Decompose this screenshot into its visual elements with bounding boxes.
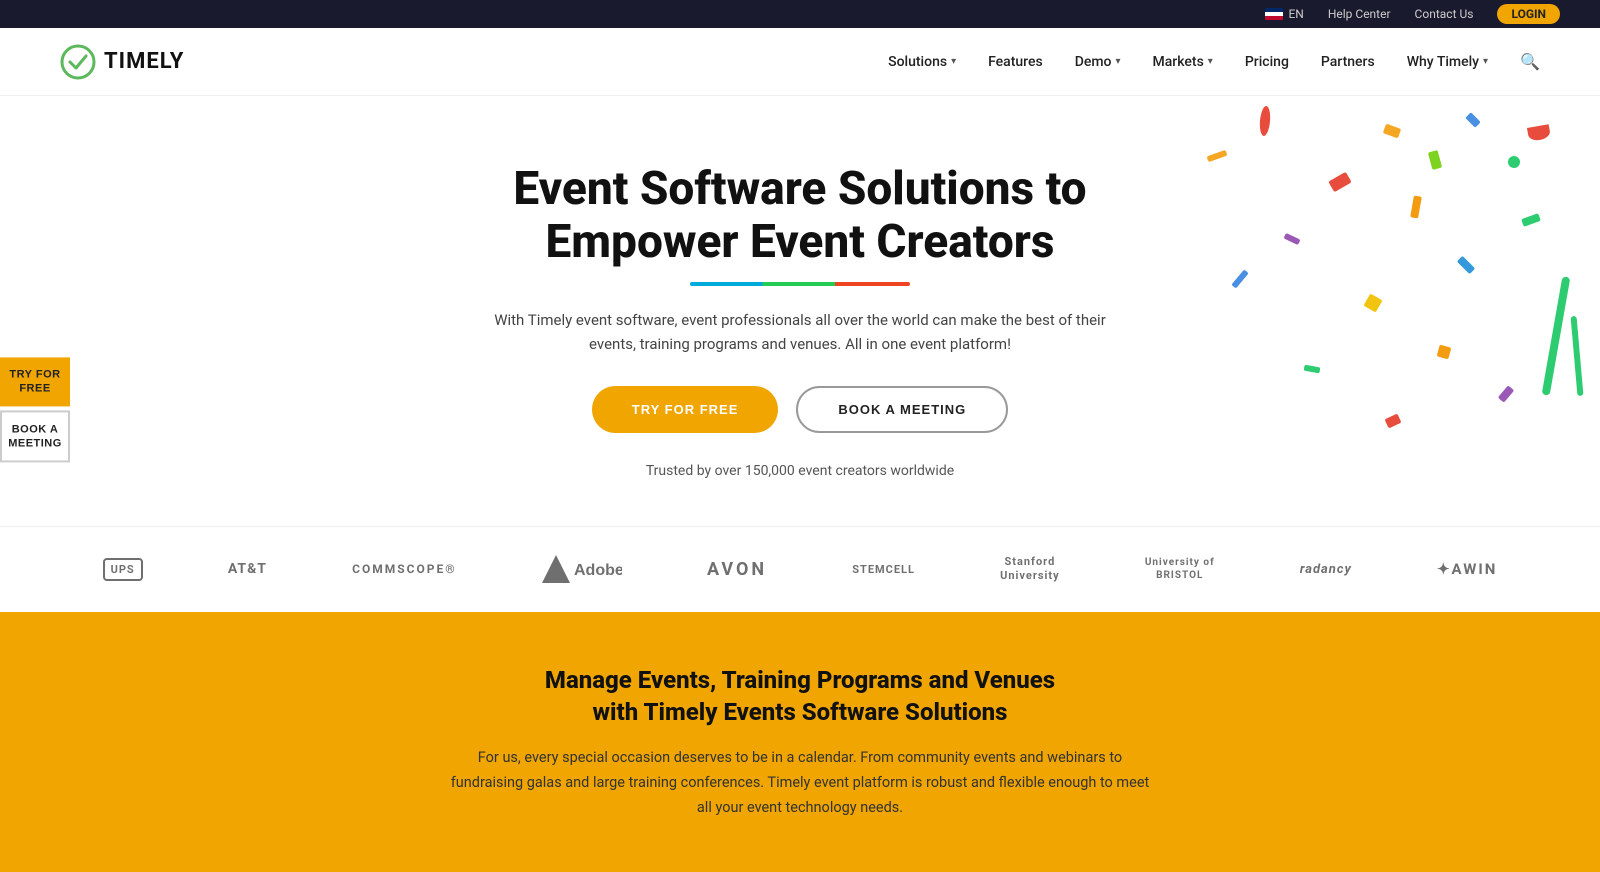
- top-bar: EN Help Center Contact Us LOGIN: [0, 0, 1600, 28]
- logo-avon: AVON: [707, 559, 767, 580]
- logo-radancy: radancy: [1300, 562, 1352, 577]
- search-icon[interactable]: 🔍: [1520, 52, 1540, 71]
- chevron-down-icon: ▾: [1483, 56, 1488, 67]
- nav-item-features[interactable]: Features: [988, 54, 1043, 70]
- nav-links: Solutions ▾ Features Demo ▾ Markets ▾ Pr…: [888, 52, 1540, 71]
- logo-att: AT&T: [228, 561, 267, 577]
- logo-bristol: University ofBRISTOL: [1145, 556, 1215, 582]
- try-for-free-button[interactable]: TRY FOR FREE: [592, 386, 779, 433]
- logo-icon: [60, 44, 96, 80]
- adobe-logo-svg: Adobe: [542, 555, 622, 583]
- nav-link-partners[interactable]: Partners: [1321, 54, 1375, 70]
- chevron-down-icon: ▾: [1115, 56, 1120, 67]
- contact-us-link[interactable]: Contact Us: [1415, 7, 1474, 21]
- nav-link-features[interactable]: Features: [988, 54, 1043, 70]
- nav-item-why-timely[interactable]: Why Timely ▾: [1407, 54, 1488, 70]
- flag-icon: [1265, 8, 1283, 20]
- nav-item-demo[interactable]: Demo ▾: [1075, 54, 1121, 70]
- hero-subtitle: With Timely event software, event profes…: [490, 308, 1110, 356]
- nav-link-solutions[interactable]: Solutions ▾: [888, 54, 956, 70]
- nav-link-demo[interactable]: Demo ▾: [1075, 54, 1121, 70]
- language-selector[interactable]: EN: [1265, 7, 1303, 21]
- ribbon2-decoration: [1571, 316, 1584, 396]
- yellow-section: Manage Events, Training Programs and Ven…: [0, 612, 1600, 872]
- search-button[interactable]: 🔍: [1520, 52, 1540, 71]
- hero-section: Event Software Solutions to Empower Even…: [0, 96, 1600, 526]
- ribbon-decoration: [1542, 276, 1571, 396]
- logo-text: TIMELY: [104, 49, 184, 74]
- logo-ups: UPS: [103, 558, 143, 581]
- logo-stemcell: STEMCELL: [852, 563, 915, 576]
- lang-label: EN: [1288, 7, 1303, 21]
- hero-content: Event Software Solutions to Empower Even…: [490, 163, 1110, 480]
- nav-item-markets[interactable]: Markets ▾: [1153, 54, 1213, 70]
- nav-item-pricing[interactable]: Pricing: [1245, 54, 1289, 70]
- yellow-section-title: Manage Events, Training Programs and Ven…: [200, 664, 1400, 729]
- nav-link-markets[interactable]: Markets ▾: [1153, 54, 1213, 70]
- float-try-free-button[interactable]: TRY FOR FREE: [0, 357, 70, 406]
- svg-text:Adobe: Adobe: [574, 562, 622, 579]
- nav-link-why-timely[interactable]: Why Timely ▾: [1407, 54, 1488, 70]
- book-a-meeting-button[interactable]: BOOK A MEETING: [796, 386, 1008, 433]
- chevron-down-icon: ▾: [951, 56, 956, 67]
- yellow-section-body: For us, every special occasion deserves …: [450, 746, 1150, 820]
- floating-side-buttons: TRY FOR FREE BOOK A MEETING: [0, 357, 70, 462]
- nav-item-solutions[interactable]: Solutions ▾: [888, 54, 956, 70]
- logos-bar: UPS AT&T COMMSCOPE® Adobe AVON STEMCELL …: [0, 526, 1600, 612]
- nav-item-partners[interactable]: Partners: [1321, 54, 1375, 70]
- logo-link[interactable]: TIMELY: [60, 44, 184, 80]
- logo-adobe: Adobe: [542, 555, 622, 583]
- chevron-down-icon: ▾: [1208, 56, 1213, 67]
- logo-commscope: COMMSCOPE®: [352, 562, 457, 576]
- hero-underline: [690, 282, 910, 286]
- nav-link-pricing[interactable]: Pricing: [1245, 54, 1289, 70]
- login-button[interactable]: LOGIN: [1497, 4, 1560, 24]
- navbar: TIMELY Solutions ▾ Features Demo ▾ Marke…: [0, 28, 1600, 96]
- float-book-meeting-button[interactable]: BOOK A MEETING: [0, 410, 70, 463]
- logo-awin: ✦AWIN: [1437, 560, 1497, 578]
- hero-title: Event Software Solutions to Empower Even…: [490, 163, 1110, 269]
- help-center-link[interactable]: Help Center: [1328, 7, 1391, 21]
- confetti-decoration: [1180, 96, 1600, 446]
- hero-buttons: TRY FOR FREE BOOK A MEETING: [490, 386, 1110, 433]
- trust-text: Trusted by over 150,000 event creators w…: [490, 463, 1110, 479]
- logo-stanford: StanfordUniversity: [1000, 555, 1060, 584]
